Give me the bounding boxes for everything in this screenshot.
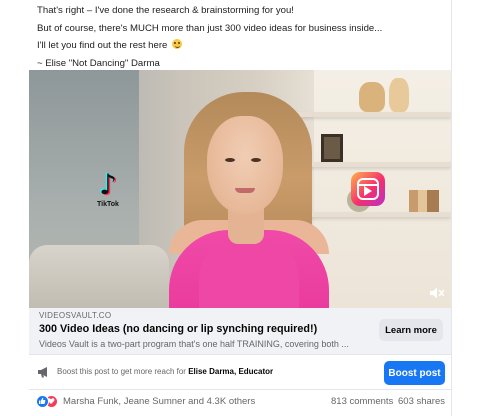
presenter-pink-top-front xyxy=(199,238,299,308)
video-decor-frame xyxy=(321,134,343,162)
tiktok-label: TikTok xyxy=(97,201,119,208)
boost-text: Boost this post to get more reach for El… xyxy=(57,367,273,376)
feed-scroll-edge xyxy=(451,0,452,416)
link-domain: VIDEOSVAULT.CO xyxy=(39,311,112,320)
muted-speaker-icon[interactable] xyxy=(429,286,445,300)
boost-post-button[interactable]: Boost post xyxy=(384,361,445,385)
post-line-3-text: I'll let you find out the rest here xyxy=(37,40,168,51)
post-line-2: But of course, there's MUCH more than ju… xyxy=(37,22,383,34)
instagram-reels-icon xyxy=(351,172,385,206)
like-reaction-icon[interactable] xyxy=(36,395,49,408)
video-background-sofa xyxy=(29,245,169,308)
shares-count[interactable]: 603 shares xyxy=(398,396,445,407)
video-decor-books xyxy=(409,190,439,212)
post-text: That's right – I've done the research & … xyxy=(37,2,457,72)
video-decor-vase xyxy=(389,78,409,112)
link-title[interactable]: 300 Video Ideas (no dancing or lip synch… xyxy=(39,323,317,335)
video-decor-vase xyxy=(359,82,385,112)
tiktok-note-icon: ♪ xyxy=(99,168,117,201)
comments-count[interactable]: 813 comments xyxy=(331,396,393,407)
boost-text-prefix: Boost this post to get more reach for xyxy=(57,367,189,376)
presenter-eye xyxy=(251,158,261,162)
presenter-mouth xyxy=(235,188,255,193)
reaction-names[interactable]: Marsha Funk, Jeane Sumner and 4.3K other… xyxy=(63,396,255,407)
boost-bar: Boost this post to get more reach for El… xyxy=(29,354,451,390)
megaphone-icon xyxy=(38,367,47,378)
video-shelf xyxy=(297,162,451,167)
presenter-face xyxy=(207,116,283,214)
reactions-bar: Marsha Funk, Jeane Sumner and 4.3K other… xyxy=(36,394,451,410)
learn-more-button[interactable]: Learn more xyxy=(379,319,443,341)
link-description: Videos Vault is a two-part program that'… xyxy=(39,339,349,349)
grinning-face-emoji xyxy=(172,39,183,49)
video-player[interactable]: ♪ TikTok xyxy=(29,70,451,308)
post-line-1: That's right – I've done the research & … xyxy=(37,5,294,16)
video-shelf xyxy=(297,112,451,117)
post-line-3: I'll let you find out the rest here xyxy=(37,37,457,55)
boost-page-name: Elise Darma, Educator xyxy=(188,367,274,376)
link-preview[interactable]: VIDEOSVAULT.CO 300 Video Ideas (no danci… xyxy=(29,308,451,354)
presenter-eye xyxy=(225,158,235,162)
tiktok-logo-icon: ♪ TikTok xyxy=(93,170,123,214)
video-shelf xyxy=(297,212,451,217)
